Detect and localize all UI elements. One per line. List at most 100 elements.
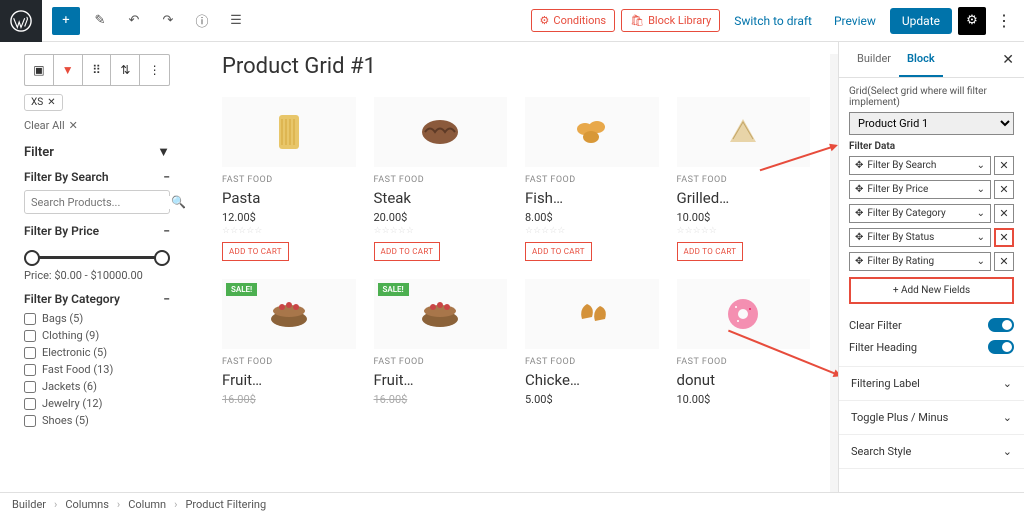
more-options-button[interactable]: ⋮ — [992, 11, 1016, 30]
close-panel-button[interactable]: ✕ — [1002, 52, 1014, 68]
filter-by-category-label: Filter By Category — [24, 292, 120, 306]
product-card: SALE! FAST FOOD Fruit… 16.00$ — [222, 279, 356, 408]
settings-icon: ⚙ — [540, 14, 550, 27]
filter-icon[interactable]: ▼ — [54, 55, 83, 85]
tab-block[interactable]: Block — [899, 42, 943, 77]
add-new-fields-button[interactable]: + Add New Fields — [849, 277, 1014, 304]
filter-field[interactable]: ✥Filter By Price⌄ — [849, 180, 991, 199]
filter-field[interactable]: ✥Filter By Status⌄ — [849, 228, 991, 247]
grid-select[interactable]: Product Grid 1 — [849, 112, 1014, 135]
rating-stars: ☆☆☆☆☆ — [525, 226, 659, 236]
product-card: FAST FOOD Chicke… 5.00$ — [525, 279, 659, 408]
breadcrumb-item[interactable]: Column — [128, 498, 166, 511]
drag-icon[interactable]: ⠿ — [83, 55, 112, 85]
chevron-down-icon: ⌄ — [1003, 411, 1012, 424]
clear-filter-toggle[interactable] — [988, 318, 1014, 332]
filter-by-price-label: Filter By Price — [24, 224, 99, 238]
preview-link[interactable]: Preview — [826, 10, 884, 32]
cat-checkbox[interactable] — [24, 398, 36, 410]
breadcrumb-item[interactable]: Product Filtering — [185, 498, 266, 511]
product-card: FAST FOOD donut 10.00$ — [677, 279, 811, 408]
filtering-label-section[interactable]: Filtering Label⌄ — [839, 367, 1024, 401]
filter-heading: Filter — [24, 145, 54, 160]
filter-field[interactable]: ✥Filter By Rating⌄ — [849, 252, 991, 271]
product-card: FAST FOOD Steak 20.00$ ☆☆☆☆☆ ADD TO CART — [374, 97, 508, 261]
canvas-scrollbar[interactable] — [830, 54, 838, 492]
remove-field-button[interactable]: ✕ — [994, 156, 1014, 175]
move-icon: ✥ — [855, 232, 863, 243]
product-card: SALE! FAST FOOD Fruit… 16.00$ — [374, 279, 508, 408]
rating-stars: ☆☆☆☆☆ — [374, 226, 508, 236]
breadcrumb: Builder› Columns› Column› Product Filter… — [0, 492, 1024, 516]
search-input-wrapper: 🔍 — [24, 190, 170, 214]
product-card: FAST FOOD Fish… 8.00$ ☆☆☆☆☆ ADD TO CART — [525, 97, 659, 261]
add-block-button[interactable]: + — [52, 7, 80, 35]
tab-builder[interactable]: Builder — [849, 42, 899, 77]
cat-checkbox[interactable] — [24, 347, 36, 359]
add-to-cart-button[interactable]: ADD TO CART — [222, 242, 289, 261]
remove-field-button[interactable]: ✕ — [994, 252, 1014, 271]
minus-icon[interactable]: − — [163, 292, 170, 306]
filter-by-search-label: Filter By Search — [24, 170, 109, 184]
remove-field-button[interactable]: ✕ — [994, 228, 1014, 247]
sale-badge: SALE! — [226, 283, 257, 296]
clear-filter-label: Clear Filter — [849, 319, 902, 332]
block-type-icon[interactable]: ▣ — [25, 55, 54, 85]
price-range-text: Price: $0.00 - $10000.00 — [24, 269, 170, 282]
list-view-icon[interactable]: ☰ — [222, 7, 250, 35]
filter-field[interactable]: ✥Filter By Category⌄ — [849, 204, 991, 223]
sale-badge: SALE! — [378, 283, 409, 296]
cat-checkbox[interactable] — [24, 364, 36, 376]
breadcrumb-item[interactable]: Columns — [65, 498, 109, 511]
add-to-cart-button[interactable]: ADD TO CART — [525, 242, 592, 261]
add-to-cart-button[interactable]: ADD TO CART — [677, 242, 744, 261]
toggle-plus-minus-section[interactable]: Toggle Plus / Minus⌄ — [839, 401, 1024, 435]
clear-all-button[interactable]: Clear All ✕ — [24, 119, 170, 132]
filter-heading-toggle[interactable] — [988, 340, 1014, 354]
grid-select-label: Grid(Select grid where will filter imple… — [849, 86, 1014, 108]
chevron-down-icon: ⌄ — [977, 184, 985, 195]
minus-icon[interactable]: − — [163, 224, 170, 238]
cat-checkbox[interactable] — [24, 330, 36, 342]
edit-icon[interactable]: ✎ — [86, 7, 114, 35]
move-icon: ✥ — [855, 160, 863, 171]
chevron-down-icon: ⌄ — [977, 208, 985, 219]
grid-title: Product Grid #1 — [222, 54, 810, 79]
chevron-down-icon: ⌄ — [1003, 445, 1012, 458]
xs-chip[interactable]: XS ✕ — [24, 94, 63, 111]
remove-field-button[interactable]: ✕ — [994, 180, 1014, 199]
bag-icon: 🛍 — [630, 14, 644, 27]
breadcrumb-item[interactable]: Builder — [12, 498, 46, 511]
filter-data-label: Filter Data — [849, 141, 1014, 152]
filter-heading-label: Filter Heading — [849, 341, 917, 354]
cat-checkbox[interactable] — [24, 313, 36, 325]
info-icon[interactable]: ⓘ — [188, 7, 216, 35]
block-library-button[interactable]: 🛍Block Library — [621, 9, 720, 32]
move-icon: ✥ — [855, 184, 863, 195]
search-input[interactable] — [31, 196, 171, 209]
update-button[interactable]: Update — [890, 8, 952, 34]
cat-checkbox[interactable] — [24, 415, 36, 427]
more-icon[interactable]: ⋮ — [140, 55, 169, 85]
minus-icon[interactable]: − — [163, 170, 170, 184]
search-style-section[interactable]: Search Style⌄ — [839, 435, 1024, 469]
remove-field-button[interactable]: ✕ — [994, 204, 1014, 223]
funnel-icon: ▼ — [157, 144, 170, 160]
filter-field[interactable]: ✥Filter By Search⌄ — [849, 156, 991, 175]
conditions-button[interactable]: ⚙Conditions — [531, 9, 616, 32]
chevron-down-icon: ⌄ — [977, 256, 985, 267]
undo-icon[interactable]: ↶ — [120, 7, 148, 35]
chevron-down-icon: ⌄ — [1003, 377, 1012, 390]
move-icon: ✥ — [855, 256, 863, 267]
product-card: FAST FOOD Grilled… 10.00$ ☆☆☆☆☆ ADD TO C… — [677, 97, 811, 261]
switch-draft-link[interactable]: Switch to draft — [726, 10, 820, 32]
redo-icon[interactable]: ↷ — [154, 7, 182, 35]
move-icon: ✥ — [855, 208, 863, 219]
chevron-down-icon: ⌄ — [977, 160, 985, 171]
wp-logo[interactable] — [0, 0, 42, 42]
add-to-cart-button[interactable]: ADD TO CART — [374, 242, 441, 261]
price-slider[interactable] — [26, 256, 168, 259]
arrows-icon[interactable]: ⇅ — [111, 55, 140, 85]
cat-checkbox[interactable] — [24, 381, 36, 393]
settings-button[interactable]: ⚙ — [958, 7, 986, 35]
